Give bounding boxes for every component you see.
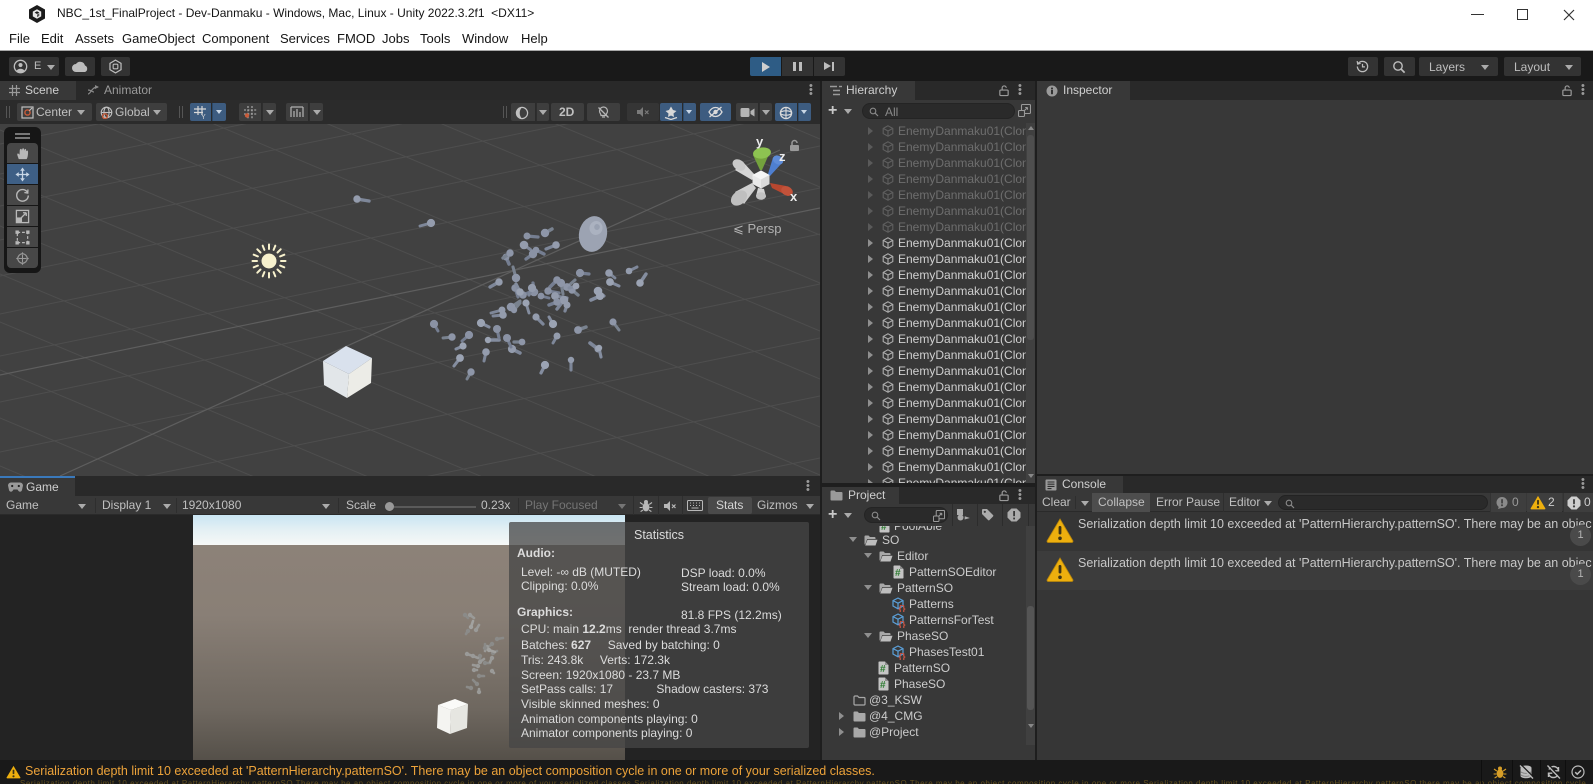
svg-text:#: # bbox=[895, 568, 901, 579]
svg-text:x: x bbox=[790, 189, 798, 204]
svg-text:z: z bbox=[779, 149, 786, 164]
svg-text:{}: {} bbox=[899, 604, 907, 613]
svg-text:y: y bbox=[756, 134, 764, 149]
svg-text:#: # bbox=[880, 664, 886, 675]
svg-text:{}: {} bbox=[899, 652, 907, 661]
svg-text:Y: Y bbox=[201, 114, 206, 119]
svg-text:#: # bbox=[880, 680, 886, 691]
svg-text:{}: {} bbox=[899, 620, 907, 629]
